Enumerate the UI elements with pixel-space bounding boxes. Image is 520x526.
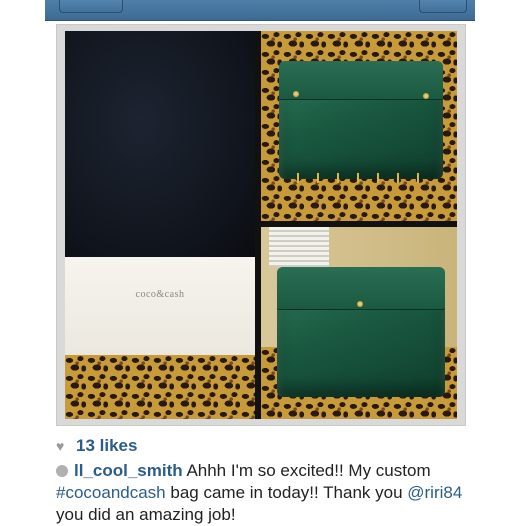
bag-spike bbox=[397, 173, 399, 183]
bag-spike bbox=[337, 173, 339, 183]
likes-count[interactable]: 13 likes bbox=[76, 436, 137, 456]
photo-collage: coco&cash bbox=[65, 31, 457, 419]
heart-icon: ♥ bbox=[56, 438, 65, 454]
green-clutch-bag bbox=[277, 267, 445, 397]
post-caption: ll_cool_smith Ahhh I'm so excited!! My c… bbox=[56, 460, 476, 526]
window-blind bbox=[269, 227, 329, 267]
collage-panel-box: coco&cash bbox=[65, 31, 255, 419]
comment-bubble-icon bbox=[56, 465, 68, 477]
bag-spike bbox=[297, 173, 299, 183]
box-brand-text: coco&cash bbox=[135, 289, 185, 300]
box-card bbox=[65, 257, 255, 355]
bag-spike bbox=[417, 173, 419, 183]
caption-mention[interactable]: @riri84 bbox=[407, 483, 462, 502]
caption-text: you did an amazing job! bbox=[56, 505, 236, 524]
caption-hashtag[interactable]: #cocoandcash bbox=[56, 483, 166, 502]
top-navigation-bar bbox=[45, 0, 475, 21]
bag-spike bbox=[357, 173, 359, 183]
box-lid bbox=[65, 31, 255, 257]
collage-panel-bag-bottom bbox=[261, 227, 457, 419]
green-clutch-bag bbox=[279, 61, 443, 183]
caption-text: bag came in today!! Thank you bbox=[165, 483, 408, 502]
collage-panel-bag-top bbox=[261, 31, 457, 221]
caption-username[interactable]: ll_cool_smith bbox=[74, 461, 183, 480]
post-photo[interactable]: coco&cash bbox=[56, 24, 466, 426]
back-button[interactable] bbox=[59, 0, 123, 13]
caption-text: Ahhh I'm so excited!! My custom bbox=[186, 461, 431, 480]
camera-button[interactable] bbox=[419, 0, 467, 13]
bag-spike bbox=[317, 173, 319, 183]
bag-stud bbox=[293, 91, 299, 97]
bag-stud bbox=[423, 93, 429, 99]
bag-flap bbox=[279, 61, 443, 100]
bag-stud bbox=[357, 301, 363, 307]
leopard-rug bbox=[65, 355, 255, 419]
bag-spike bbox=[377, 173, 379, 183]
